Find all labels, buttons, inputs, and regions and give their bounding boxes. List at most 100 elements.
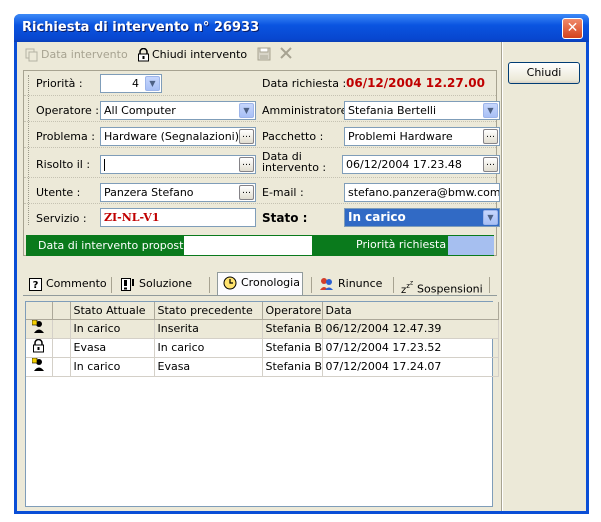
problema-field[interactable]: Hardware (Segnalazioni) …	[100, 127, 256, 146]
email-field[interactable]: stefano.panzera@bmw.com	[344, 183, 500, 202]
table-row[interactable]: In carico Inserita Stefania Be 06/12/200…	[26, 319, 499, 339]
tab-rinunce[interactable]: Rinunce	[319, 274, 389, 295]
amministratore-select[interactable]: Stefania Bertelli ▼	[344, 101, 500, 120]
amministratore-label: Amministratore :	[262, 104, 355, 117]
data-intervento-field[interactable]: 06/12/2004 17.23.48 …	[342, 155, 500, 174]
servizio-value: ZI-NL-V1	[104, 211, 160, 224]
utente-label: Utente :	[36, 186, 81, 199]
column-header-data[interactable]: Data	[322, 302, 499, 320]
tab-soluzione[interactable]: Soluzione	[121, 274, 201, 295]
window-title: Richiesta di intervento n° 26933	[22, 20, 260, 35]
data-proposta-input[interactable]	[184, 236, 312, 255]
chevron-down-icon[interactable]: ▼	[483, 210, 498, 225]
stato-precedente-cell: Inserita	[154, 319, 263, 339]
row-icon-cell	[26, 338, 53, 358]
pacchetto-label: Pacchetto :	[262, 130, 324, 143]
data-intervento-value: 06/12/2004 17.23.48	[346, 158, 462, 171]
utente-field[interactable]: Panzera Stefano …	[100, 183, 256, 202]
ellipsis-icon[interactable]: …	[239, 157, 254, 172]
stato-precedente-cell: Evasa	[154, 357, 263, 377]
tab-cronologia[interactable]: Cronologia	[217, 272, 303, 295]
delete-button[interactable]	[279, 46, 293, 62]
column-header-operatore[interactable]: Operatore	[262, 302, 323, 320]
tab-separator	[111, 277, 112, 293]
user-working-icon	[31, 319, 44, 333]
row-flag-cell	[52, 338, 71, 358]
tab-separator	[311, 277, 312, 293]
proposal-bar: Data di intervento proposta : Priorità r…	[26, 235, 494, 256]
priorita-value: 4	[132, 77, 139, 90]
stato-label: Stato :	[262, 211, 308, 225]
operatore-value: All Computer	[104, 104, 176, 117]
column-header[interactable]	[26, 302, 53, 320]
close-button[interactable]: ✕	[562, 18, 583, 39]
tab-strip: ? Commento Soluzione Cronologia Rinunce …	[23, 272, 497, 296]
chevron-down-icon[interactable]: ▼	[239, 103, 254, 118]
tab-sospensioni[interactable]: zzz Sospensioni	[401, 274, 491, 296]
save-icon	[257, 47, 271, 61]
priorita-select[interactable]: 4 ▼	[100, 74, 162, 93]
lock-icon	[33, 338, 45, 353]
email-value: stefano.panzera@bmw.com	[348, 186, 500, 199]
tab-underline	[23, 295, 497, 296]
pacchetto-field[interactable]: Problemi Hardware …	[344, 127, 500, 146]
request-form: Priorità : 4 ▼ Data richiesta : 06/12/20…	[23, 70, 500, 256]
operatore-select[interactable]: All Computer ▼	[100, 101, 256, 120]
servizio-field[interactable]: ZI-NL-V1	[100, 208, 256, 227]
ellipsis-icon[interactable]: …	[483, 157, 498, 172]
ellipsis-icon[interactable]: …	[239, 129, 254, 144]
table-row[interactable]: Evasa In carico Stefania Be 07/12/2004 1…	[26, 338, 499, 358]
column-header-stato-precedente[interactable]: Stato precedente	[154, 302, 263, 320]
data-intervento-label: Data intervento	[41, 48, 128, 61]
ellipsis-icon[interactable]: …	[483, 129, 498, 144]
operatore-cell: Stefania Be	[262, 319, 323, 339]
amministratore-value: Stefania Bertelli	[348, 104, 437, 117]
dialog-window: Richiesta di intervento n° 26933 ✕ Data …	[14, 14, 589, 514]
exclamation-doc-icon	[121, 277, 134, 291]
email-label: E-mail :	[262, 186, 304, 199]
table-row[interactable]: In carico Evasa Stefania Be 07/12/2004 1…	[26, 357, 499, 377]
column-header-stato-attuale[interactable]: Stato Attuale	[70, 302, 155, 320]
data-cell: 07/12/2004 17.24.07	[322, 357, 499, 377]
data-intervento-button[interactable]: Data intervento	[25, 48, 128, 64]
chiudi-button[interactable]: Chiudi	[508, 62, 580, 84]
chevron-down-icon[interactable]: ▼	[145, 76, 160, 91]
clock-icon	[223, 276, 237, 290]
stato-attuale-cell: Evasa	[70, 338, 155, 358]
stato-attuale-cell: In carico	[70, 319, 155, 339]
tab-cronologia-label: Cronologia	[241, 276, 300, 289]
chiudi-intervento-button[interactable]: Chiudi intervento	[137, 48, 247, 64]
data-richiesta-value: 06/12/2004 12.27.00	[346, 76, 485, 90]
tab-sospensioni-label: Sospensioni	[417, 282, 483, 296]
stato-select[interactable]: In carico ▼	[344, 208, 500, 227]
row-divider	[24, 203, 496, 204]
data-richiesta-label: Data richiesta :	[262, 77, 347, 90]
tab-commento[interactable]: ? Commento	[29, 274, 109, 295]
priorita-richiesta-label: Priorità richiesta :	[356, 238, 454, 251]
data-cell: 06/12/2004 12.47.39	[322, 319, 499, 339]
copy-icon	[25, 48, 38, 62]
lock-icon	[138, 48, 149, 62]
priorita-richiesta-swatch[interactable]	[448, 236, 494, 255]
toolbar: Data intervento Chiudi intervento	[25, 46, 315, 66]
column-header[interactable]	[52, 302, 71, 320]
tab-separator	[393, 277, 394, 293]
row-icon-cell	[26, 319, 53, 339]
help-icon: ?	[29, 277, 42, 291]
people-icon	[320, 278, 333, 290]
dialog-client: Data intervento Chiudi intervento Priori…	[17, 42, 586, 511]
operatore-label: Operatore :	[36, 104, 99, 117]
risolto-label: Risolto il :	[36, 158, 91, 171]
save-button[interactable]	[257, 47, 271, 63]
problema-label: Problema :	[36, 130, 95, 143]
data-intervento-label: Data di intervento :	[262, 151, 326, 173]
risolto-input[interactable]: …	[100, 155, 256, 174]
chevron-down-icon[interactable]: ▼	[483, 103, 498, 118]
title-bar[interactable]: Richiesta di intervento n° 26933 ✕	[14, 14, 589, 42]
ellipsis-icon[interactable]: …	[239, 185, 254, 200]
right-panel-divider	[501, 42, 503, 511]
priorita-label: Priorità :	[36, 77, 83, 90]
cronologia-grid[interactable]: Stato Attuale Stato precedente Operatore…	[25, 301, 499, 507]
operatore-cell: Stefania Be	[262, 338, 323, 358]
problema-value: Hardware (Segnalazioni)	[104, 130, 240, 143]
